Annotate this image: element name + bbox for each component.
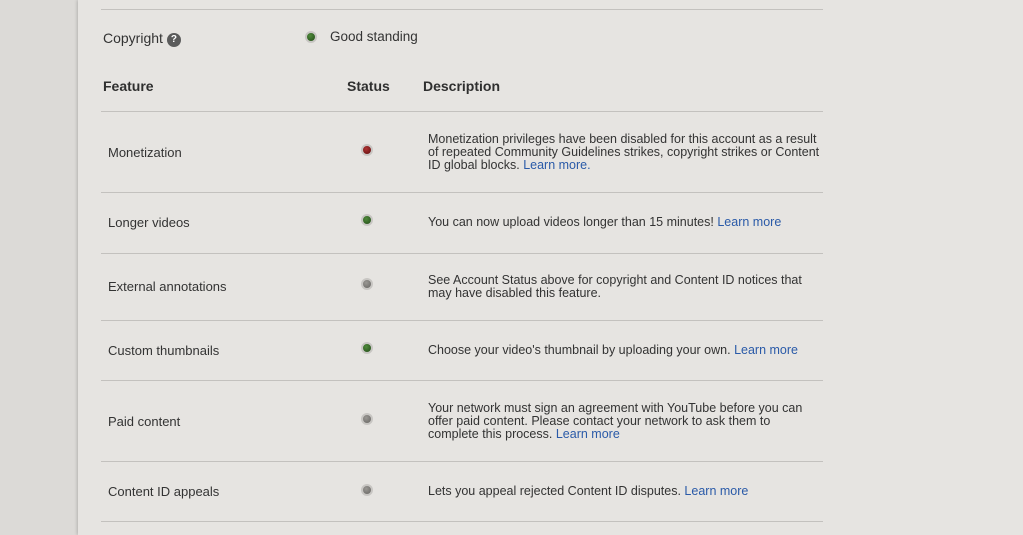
header-divider — [101, 111, 823, 112]
feature-column-header: Feature — [103, 78, 154, 94]
feature-description: Lets you appeal rejected Content ID disp… — [428, 484, 749, 498]
copyright-status-indicator — [305, 31, 317, 43]
row-divider — [101, 253, 823, 254]
learn-more-link[interactable]: Learn more — [556, 427, 620, 441]
learn-more-link[interactable]: Learn more — [734, 343, 798, 357]
feature-name: Paid content — [108, 414, 181, 429]
copyright-label: Copyright — [103, 30, 163, 46]
row-divider — [101, 320, 823, 321]
learn-more-link[interactable]: Learn more — [684, 484, 748, 498]
learn-more-link[interactable]: Learn more — [717, 215, 781, 229]
learn-more-link[interactable]: Learn more. — [523, 158, 590, 172]
copyright-status-text: Good standing — [330, 29, 418, 44]
row-divider — [101, 521, 823, 522]
feature-description: Choose your video's thumbnail by uploadi… — [428, 343, 798, 357]
row-divider — [101, 380, 823, 381]
feature-description: See Account Status above for copyright a… — [428, 273, 802, 300]
feature-description: Your network must sign an agreement with… — [428, 401, 803, 441]
features-panel — [78, 0, 1023, 535]
status-indicator-gray — [361, 278, 373, 290]
feature-name: Content ID appeals — [108, 484, 220, 499]
top-divider — [101, 9, 823, 10]
row-divider — [101, 461, 823, 462]
copyright-row: Copyright? — [103, 30, 181, 47]
status-indicator-gray — [361, 484, 373, 496]
status-indicator-gray — [361, 413, 373, 425]
left-background — [0, 0, 78, 535]
status-column-header: Status — [347, 78, 390, 94]
feature-name: Custom thumbnails — [108, 343, 220, 358]
status-indicator-green — [361, 214, 373, 226]
status-indicator-green — [361, 342, 373, 354]
description-column-header: Description — [423, 78, 501, 94]
help-icon[interactable]: ? — [166, 33, 181, 47]
feature-description: You can now upload videos longer than 15… — [428, 215, 782, 229]
row-divider — [101, 192, 823, 193]
status-indicator-red — [361, 144, 373, 156]
feature-name: Monetization — [108, 145, 182, 160]
feature-name: External annotations — [108, 279, 227, 294]
feature-description: Monetization privileges have been disabl… — [428, 132, 820, 172]
feature-name: Longer videos — [108, 215, 190, 230]
